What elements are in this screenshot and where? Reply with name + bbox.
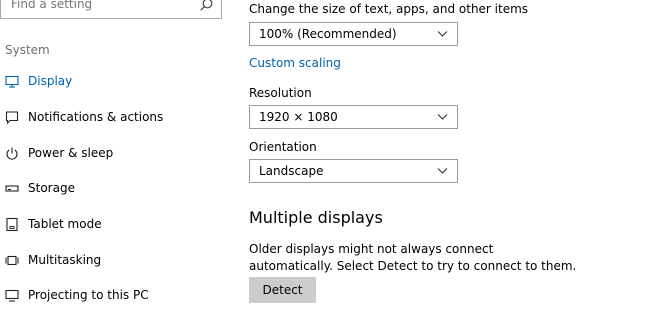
sidebar-item-tablet-mode[interactable]: Tablet mode — [0, 207, 235, 241]
chevron-down-icon — [437, 168, 448, 174]
notification-icon — [4, 110, 19, 125]
chevron-down-icon — [437, 31, 448, 37]
sidebar-item-label: Power & sleep — [28, 146, 114, 160]
search-input[interactable]: Find a setting — [11, 0, 92, 11]
detect-button[interactable]: Detect — [249, 277, 316, 303]
resolution-dropdown[interactable]: 1920 × 1080 — [249, 105, 458, 129]
tablet-icon — [4, 217, 19, 232]
multitasking-icon — [4, 253, 19, 268]
resolution-label: Resolution — [249, 86, 312, 100]
resolution-value: 1920 × 1080 — [259, 110, 338, 124]
sidebar: Find a setting System Display Notificati… — [0, 0, 235, 302]
power-icon — [4, 146, 19, 161]
search-box[interactable]: Find a setting — [0, 0, 222, 19]
scale-dropdown[interactable]: 100% (Recommended) — [249, 22, 458, 46]
sidebar-item-label: Display — [28, 74, 73, 88]
sidebar-item-label: Tablet mode — [28, 217, 102, 231]
chevron-down-icon — [437, 114, 448, 120]
sidebar-item-display[interactable]: Display — [0, 64, 235, 98]
sidebar-item-notifications[interactable]: Notifications & actions — [0, 100, 235, 134]
sidebar-item-storage[interactable]: Storage — [0, 171, 235, 205]
orientation-value: Landscape — [259, 164, 324, 178]
multiple-displays-heading: Multiple displays — [249, 208, 383, 227]
monitor-icon — [4, 74, 19, 89]
orientation-dropdown[interactable]: Landscape — [249, 159, 458, 183]
display-settings-panel: Change the size of text, apps, and other… — [249, 0, 660, 303]
storage-icon — [4, 181, 19, 196]
sidebar-item-multitasking[interactable]: Multitasking — [0, 243, 235, 277]
sidebar-item-projecting[interactable]: Projecting to this PC — [0, 278, 235, 312]
sidebar-item-label: Multitasking — [28, 253, 102, 267]
sidebar-item-label: Notifications & actions — [28, 110, 164, 124]
sidebar-item-power-sleep[interactable]: Power & sleep — [0, 136, 235, 170]
multiple-displays-description: Older displays might not always connect … — [249, 242, 577, 273]
custom-scaling-link[interactable]: Custom scaling — [249, 56, 341, 70]
scale-label: Change the size of text, apps, and other… — [249, 2, 529, 16]
orientation-label: Orientation — [249, 140, 317, 154]
projecting-icon — [4, 288, 19, 303]
sidebar-item-label: Storage — [28, 181, 75, 195]
search-icon[interactable] — [200, 0, 213, 11]
scale-value: 100% (Recommended) — [259, 27, 397, 41]
section-title-system: System — [5, 43, 50, 57]
